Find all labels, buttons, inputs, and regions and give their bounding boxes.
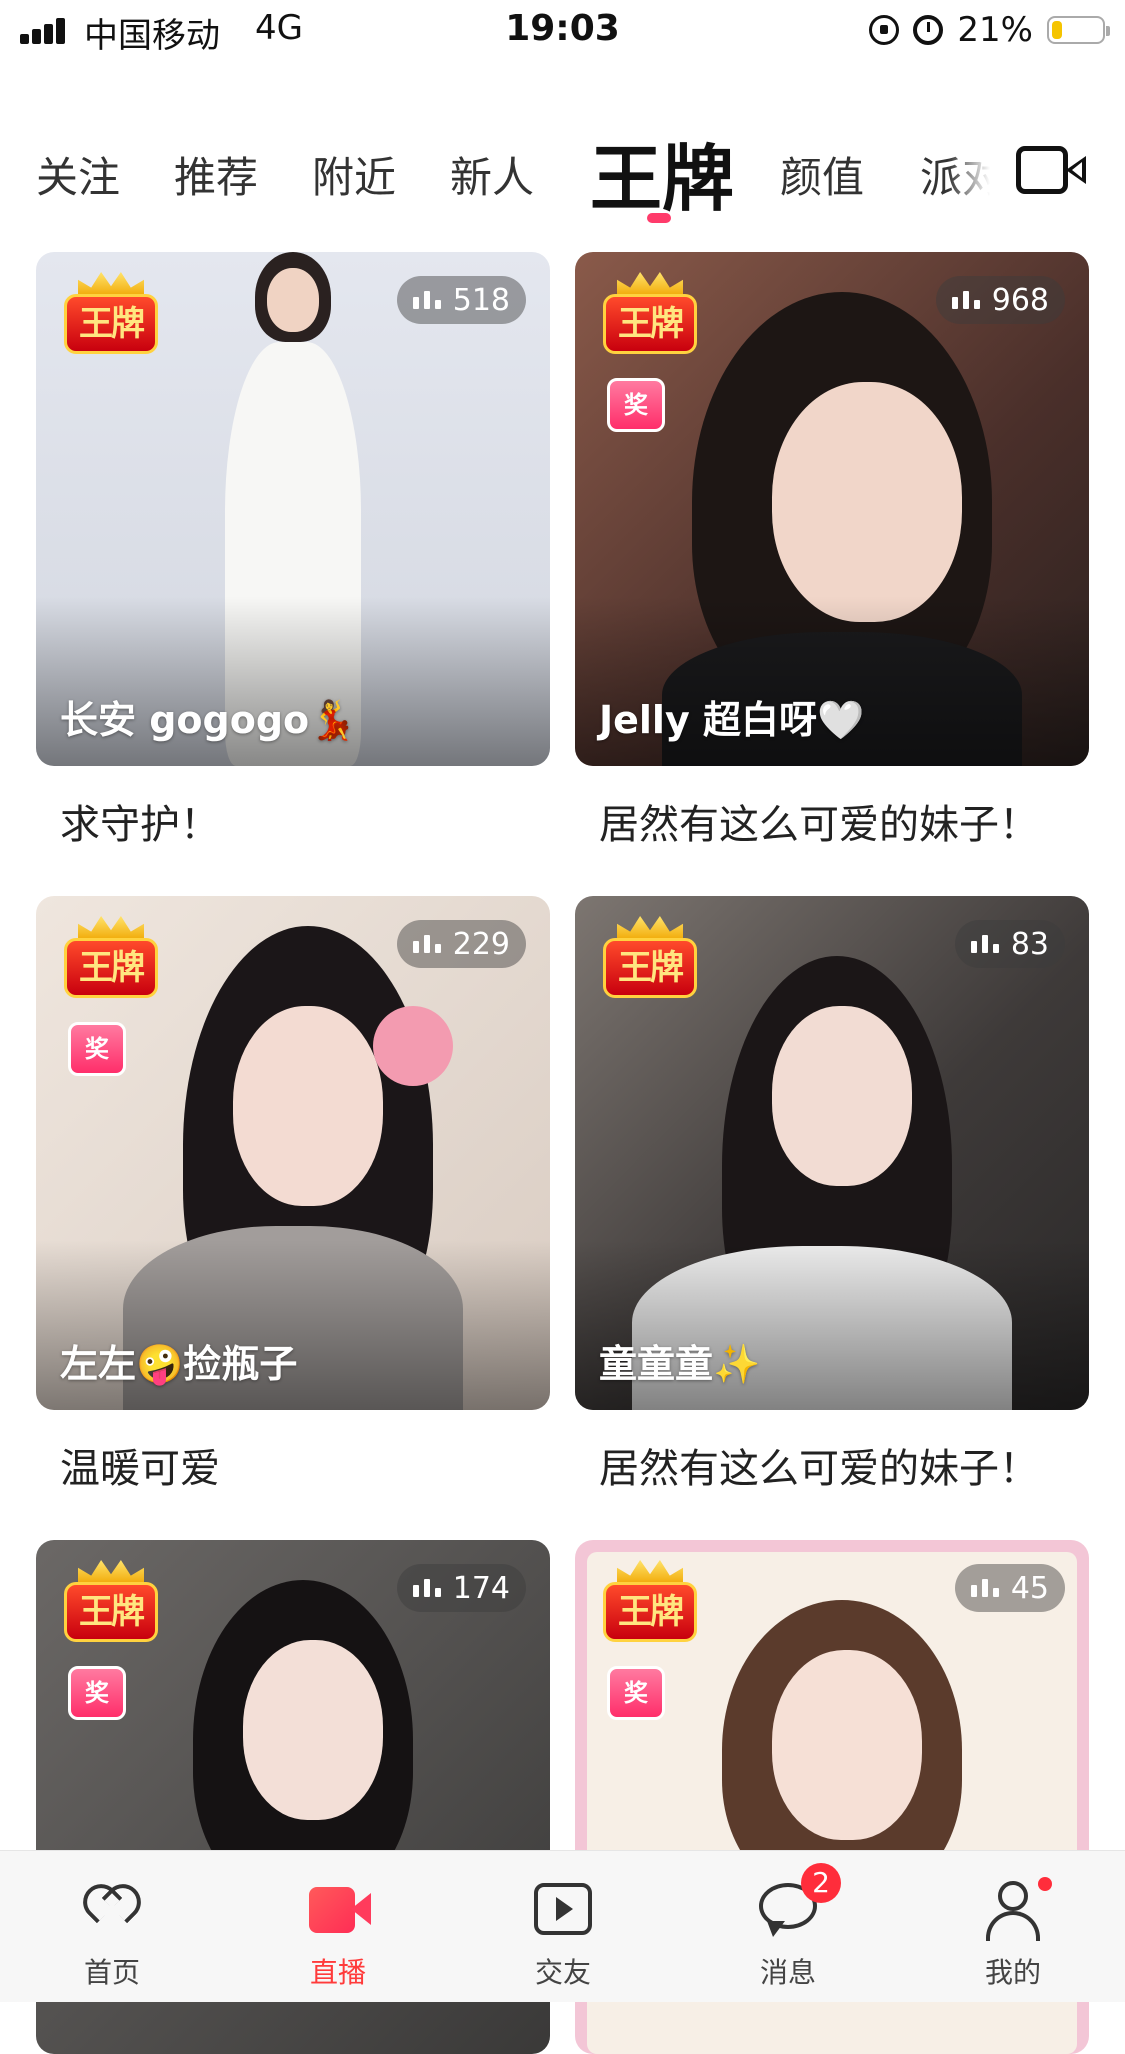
reward-badge-icon: 奖 xyxy=(607,378,665,432)
alarm-icon xyxy=(913,15,944,45)
active-tab-indicator xyxy=(647,213,671,223)
streamer-name: 长安 gogogo💃 xyxy=(60,698,357,742)
viewer-count: 229 xyxy=(396,920,526,968)
audience-bars-icon xyxy=(412,935,443,953)
ace-badge-icon: 王牌 xyxy=(64,916,158,1002)
reward-badge-icon: 奖 xyxy=(607,1666,665,1720)
ace-badge-icon: 王牌 xyxy=(64,1560,158,1646)
nav-friends[interactable]: 交友 xyxy=(503,1877,623,1991)
audience-bars-icon xyxy=(412,291,443,309)
ace-badge-icon: 王牌 xyxy=(64,272,158,358)
live-thumbnail[interactable]: 王牌 83 童童童✨ xyxy=(575,896,1089,1410)
viewer-count: 174 xyxy=(396,1564,526,1612)
stream-caption: 求守护！ xyxy=(60,802,220,848)
live-card[interactable]: 王牌 518 长安 gogogo💃 求守护！ xyxy=(36,252,550,850)
go-live-camera-button[interactable] xyxy=(1016,142,1088,202)
reward-badge-icon: 奖 xyxy=(68,1666,126,1720)
audience-bars-icon xyxy=(970,1579,1001,1597)
stream-caption: 温暖可爱 xyxy=(60,1446,220,1492)
nav-me[interactable]: 我的 xyxy=(953,1877,1073,1991)
video-camera-icon xyxy=(303,1877,373,1943)
ace-badge-icon: 王牌 xyxy=(603,272,697,358)
tab-ace[interactable]: 王牌 xyxy=(590,120,734,225)
tab-recommend[interactable]: 推荐 xyxy=(174,144,258,205)
live-card[interactable]: 王牌 奖 229 左左🤪捡瓶子 温暖可爱 xyxy=(36,896,550,1494)
rotation-lock-icon xyxy=(869,15,900,45)
nav-live[interactable]: 直播 xyxy=(278,1877,398,1991)
audience-bars-icon xyxy=(951,291,982,309)
user-icon xyxy=(978,1877,1052,1943)
stream-caption: 居然有这么可爱的妹子！ xyxy=(599,1446,1039,1492)
ace-badge-icon: 王牌 xyxy=(603,916,697,1002)
battery-percent: 21% xyxy=(957,10,1033,50)
nav-home[interactable]: 首页 xyxy=(52,1876,172,1991)
viewer-count: 518 xyxy=(396,276,526,324)
live-card[interactable]: 王牌 83 童童童✨ 居然有这么可爱的妹子！ xyxy=(575,896,1089,1494)
live-thumbnail[interactable]: 王牌 奖 229 左左🤪捡瓶子 xyxy=(36,896,550,1410)
reward-badge-icon: 奖 xyxy=(68,1022,126,1076)
live-card[interactable]: 王牌 奖 968 Jelly 超白呀🤍 居然有这么可爱的妹子！ xyxy=(575,252,1089,850)
audience-bars-icon xyxy=(412,1579,443,1597)
live-thumbnail[interactable]: 王牌 奖 968 Jelly 超白呀🤍 xyxy=(575,252,1089,766)
viewer-count: 968 xyxy=(935,276,1065,324)
stream-caption: 居然有这么可爱的妹子！ xyxy=(599,802,1039,848)
bottom-nav: 首页 直播 交友 2 消息 我的 xyxy=(0,1850,1125,2002)
streamer-name: Jelly 超白呀🤍 xyxy=(599,698,865,742)
streamer-name: 左左🤪捡瓶子 xyxy=(60,1342,298,1386)
live-thumbnail[interactable]: 王牌 518 长安 gogogo💃 xyxy=(36,252,550,766)
battery-icon xyxy=(1047,16,1110,44)
category-tabs: 关注 推荐 附近 新人 王牌 颜值 派对 xyxy=(0,120,1125,230)
play-icon xyxy=(528,1877,598,1943)
notification-dot xyxy=(1038,1877,1052,1891)
unread-badge: 2 xyxy=(801,1863,841,1903)
heart-icon xyxy=(75,1876,149,1943)
audience-bars-icon xyxy=(970,935,1001,953)
viewer-count: 83 xyxy=(954,920,1065,968)
tab-follow[interactable]: 关注 xyxy=(36,144,120,205)
chat-bubble-icon: 2 xyxy=(753,1863,841,1943)
status-bar: 中国移动 4G 19:03 21% xyxy=(0,0,1125,62)
viewer-count: 45 xyxy=(954,1564,1065,1612)
tab-looks[interactable]: 颜值 xyxy=(780,144,864,205)
streamer-name: 童童童✨ xyxy=(599,1342,761,1386)
tab-newcomer[interactable]: 新人 xyxy=(450,144,534,205)
ace-badge-icon: 王牌 xyxy=(603,1560,697,1646)
nav-messages[interactable]: 2 消息 xyxy=(728,1863,848,1991)
tab-nearby[interactable]: 附近 xyxy=(312,144,396,205)
